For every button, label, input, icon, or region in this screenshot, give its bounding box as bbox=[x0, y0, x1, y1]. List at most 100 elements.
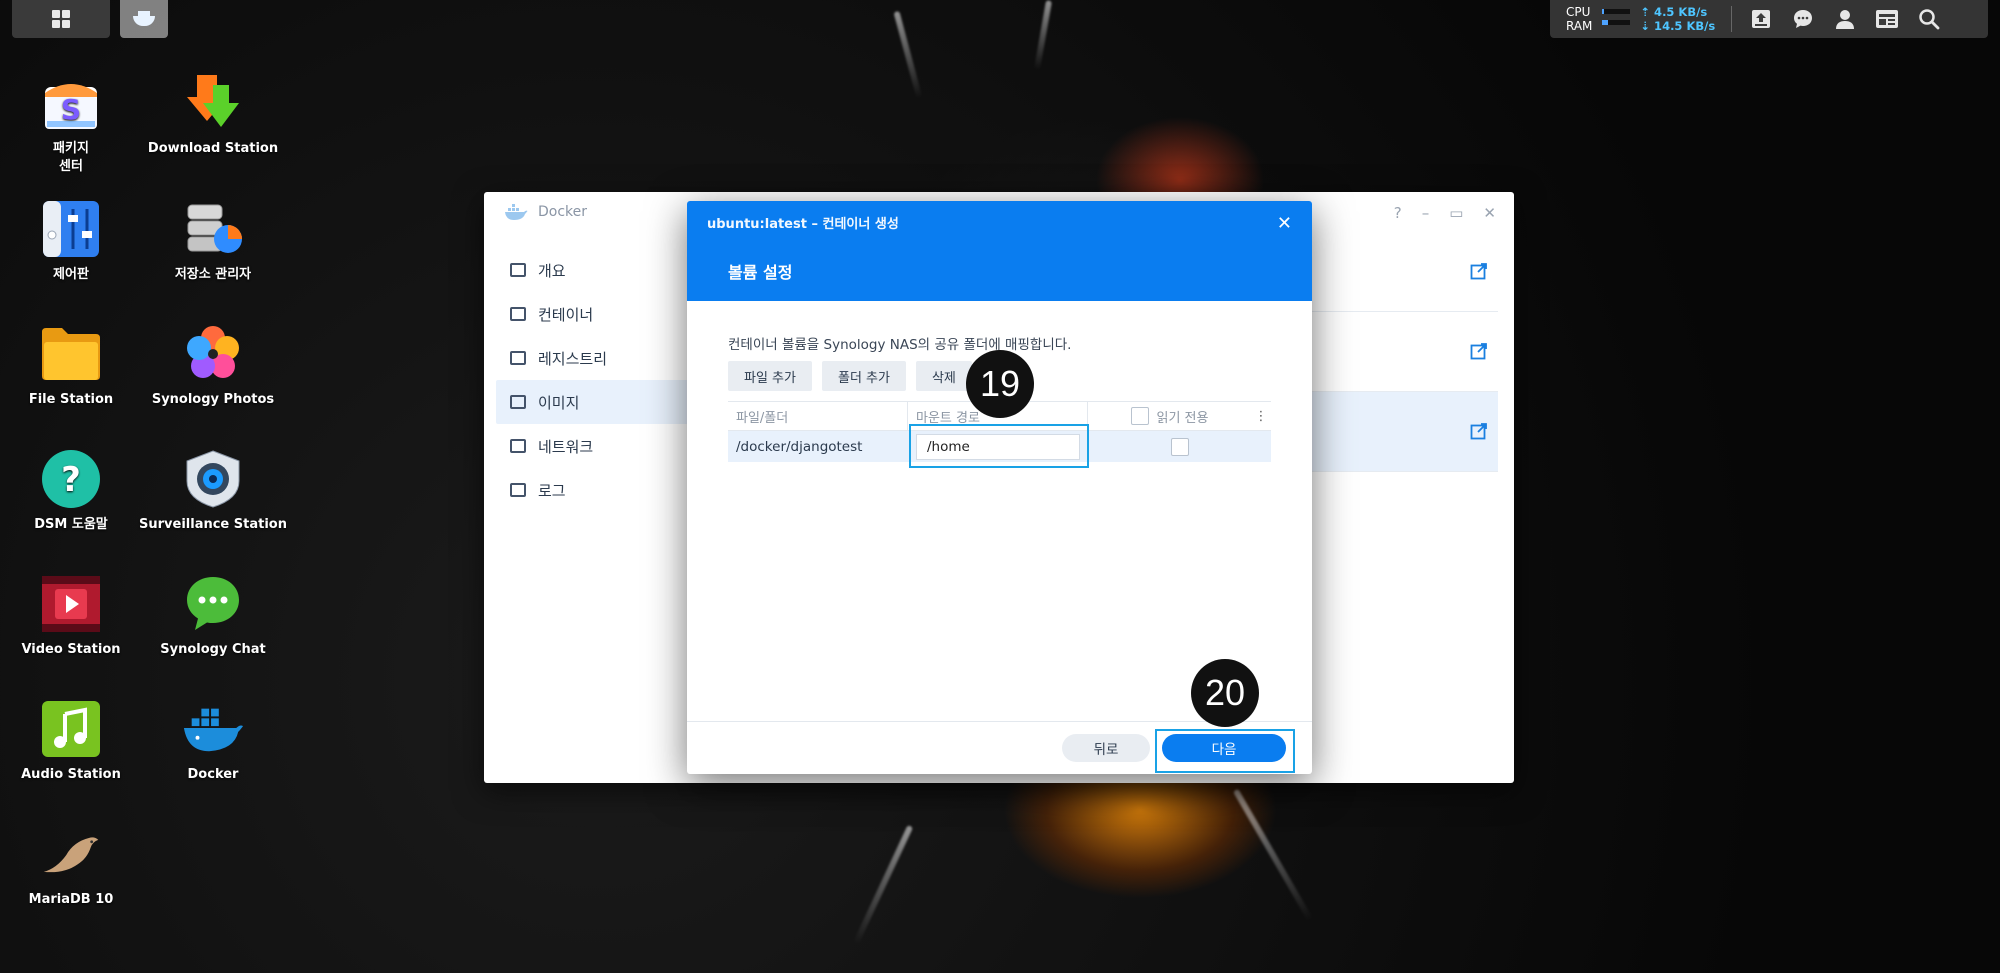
add-file-button[interactable]: 파일 추가 bbox=[728, 361, 812, 391]
grid-icon bbox=[52, 10, 70, 28]
desktop-icon-synology-chat[interactable]: Synology Chat bbox=[138, 573, 288, 659]
add-folder-button[interactable]: 폴더 추가 bbox=[821, 361, 906, 391]
window-controls: ? – ▭ ✕ bbox=[1394, 204, 1496, 222]
audio-station-icon bbox=[40, 698, 102, 760]
desktop-icon-label: Video Station bbox=[21, 642, 121, 657]
main-menu-button[interactable] bbox=[12, 0, 110, 38]
desktop-icon-label: 저장소 관리자 bbox=[174, 267, 252, 282]
step-badge-20: 20 bbox=[1191, 659, 1259, 727]
desktop-icon-label: Docker bbox=[187, 767, 239, 782]
notification-chat-icon[interactable] bbox=[1790, 6, 1816, 32]
desktop-icon-file-station[interactable]: File Station bbox=[0, 323, 146, 409]
user-icon[interactable] bbox=[1832, 6, 1858, 32]
volume-description: 컨테이너 볼륨을 Synology NAS의 공유 폴더에 매핑합니다. bbox=[728, 337, 1072, 353]
download-speed: ⇣ 14.5 KB/s bbox=[1640, 19, 1716, 33]
docker-whale-icon bbox=[505, 204, 528, 220]
external-link-icon[interactable] bbox=[1470, 422, 1488, 440]
column-menu-icon[interactable]: ⋮ bbox=[1251, 409, 1271, 424]
widgets-icon[interactable] bbox=[1874, 6, 1900, 32]
step-title: 볼륨 설정 bbox=[728, 263, 793, 282]
delete-button[interactable]: 삭제 bbox=[915, 361, 972, 391]
column-header-file-folder[interactable]: 파일/폴더 bbox=[728, 402, 908, 430]
container-list-icon bbox=[510, 307, 526, 321]
column-header-read-only[interactable]: 읽기 전용 bbox=[1088, 407, 1251, 426]
docker-whale-icon bbox=[131, 10, 157, 28]
desktop-icon-label: Synology Photos bbox=[151, 392, 275, 407]
search-icon[interactable] bbox=[1916, 6, 1942, 32]
cpu-label: CPU bbox=[1566, 5, 1591, 19]
synology-chat-icon bbox=[182, 573, 244, 635]
control-panel-icon bbox=[40, 198, 102, 260]
dialog-header[interactable]: ubuntu:latest – 컨테이너 생성 ✕ 볼륨 설정 bbox=[687, 201, 1312, 301]
desktop-icon-dsm-help[interactable]: ? DSM 도움말 bbox=[0, 448, 146, 534]
dialog-title: ubuntu:latest – 컨테이너 생성 bbox=[707, 217, 899, 232]
volume-toolbar: 파일 추가 폴더 추가 삭제 bbox=[728, 361, 972, 391]
cpu-usage-bar bbox=[1602, 9, 1631, 14]
desktop-icon-download-station[interactable]: Download Station bbox=[138, 72, 288, 158]
read-only-select-all-checkbox[interactable] bbox=[1130, 407, 1149, 425]
desktop-icon-label: MariaDB 10 bbox=[28, 892, 114, 907]
package-center-icon: S bbox=[40, 72, 102, 134]
desktop-icon-video-station[interactable]: Video Station bbox=[0, 573, 146, 659]
taskbar-right: CPU RAM ⇡ 4.5 KB/s ⇣ 14.5 KB/s bbox=[1550, 0, 1988, 38]
taskbar-docker-button[interactable] bbox=[120, 0, 168, 38]
close-window-button[interactable]: ✕ bbox=[1483, 204, 1496, 222]
desktop-icon-storage-manager[interactable]: 저장소 관리자 bbox=[138, 198, 288, 284]
surveillance-station-icon bbox=[182, 448, 244, 510]
desktop-icon-label: Synology Chat bbox=[160, 642, 266, 657]
resource-monitor-widget[interactable]: CPU RAM ⇡ 4.5 KB/s ⇣ 14.5 KB/s bbox=[1566, 5, 1715, 33]
desktop-icon-docker[interactable]: Docker bbox=[138, 698, 288, 784]
taskbar-left bbox=[12, 0, 168, 38]
desktop-icon-mariadb[interactable]: MariaDB 10 bbox=[0, 823, 146, 909]
docker-window-title: Docker bbox=[538, 204, 588, 220]
download-station-icon bbox=[182, 72, 244, 134]
external-link-icon[interactable] bbox=[1470, 342, 1488, 360]
docker-icon bbox=[182, 698, 244, 760]
sidebar-item-image[interactable]: 이미지 bbox=[496, 380, 718, 424]
file-folder-cell: /docker/djangotest bbox=[736, 438, 863, 455]
synology-photos-icon bbox=[182, 323, 244, 385]
help-button[interactable]: ? bbox=[1394, 204, 1402, 222]
docker-sidebar: 개요 컨테이너 레지스트리 이미지 네트워크 로그 bbox=[496, 248, 718, 512]
image-icon bbox=[510, 395, 526, 409]
desktop-icon-synology-photos[interactable]: Synology Photos bbox=[138, 323, 288, 409]
desktop-icon-surveillance-station[interactable]: Surveillance Station bbox=[138, 448, 288, 534]
upload-speed: ⇡ 4.5 KB/s bbox=[1640, 5, 1708, 19]
read-only-label: 읽기 전용 bbox=[1156, 410, 1209, 426]
sidebar-item-container[interactable]: 컨테이너 bbox=[496, 292, 718, 336]
sidebar-item-overview[interactable]: 개요 bbox=[496, 248, 718, 292]
desktop-icon-label: DSM 도움말 bbox=[34, 517, 108, 532]
desktop-icon-control-panel[interactable]: 제어판 bbox=[0, 198, 146, 284]
video-station-icon bbox=[40, 573, 102, 635]
ram-label: RAM bbox=[1566, 19, 1593, 33]
sidebar-item-network[interactable]: 네트워크 bbox=[496, 424, 718, 468]
external-link-icon[interactable] bbox=[1470, 262, 1488, 280]
network-icon bbox=[510, 439, 526, 453]
next-button-highlight bbox=[1155, 729, 1295, 773]
desktop-icon-label: Audio Station bbox=[21, 767, 121, 782]
desktop-icon-audio-station[interactable]: Audio Station bbox=[0, 698, 146, 784]
read-only-checkbox[interactable] bbox=[1170, 437, 1189, 456]
maximize-button[interactable]: ▭ bbox=[1449, 204, 1463, 222]
desktop-icon-package-center[interactable]: S 패키지 센터 bbox=[0, 72, 146, 176]
file-station-icon bbox=[40, 323, 102, 385]
minimize-button[interactable]: – bbox=[1422, 204, 1430, 222]
back-button[interactable]: 뒤로 bbox=[1062, 734, 1150, 762]
desktop-icon-label: File Station bbox=[28, 392, 114, 407]
desktop-icon-label: 패키지 센터 bbox=[53, 141, 89, 174]
mount-path-highlight bbox=[909, 424, 1089, 468]
sidebar-item-registry[interactable]: 레지스트리 bbox=[496, 336, 718, 380]
desktop-icon-label: Surveillance Station bbox=[139, 517, 287, 532]
dialog-close-button[interactable]: ✕ bbox=[1277, 213, 1292, 234]
dsm-help-icon: ? bbox=[40, 448, 102, 510]
registry-search-icon bbox=[510, 351, 526, 365]
log-list-icon bbox=[510, 483, 526, 497]
overview-icon bbox=[510, 263, 526, 277]
mariadb-icon bbox=[40, 823, 102, 885]
desktop-icon-label: Download Station bbox=[147, 141, 279, 156]
storage-manager-icon bbox=[182, 198, 244, 260]
upload-queue-icon[interactable] bbox=[1748, 6, 1774, 32]
desktop-icon-label: 제어판 bbox=[53, 267, 89, 282]
step-badge-19: 19 bbox=[966, 350, 1034, 418]
sidebar-item-log[interactable]: 로그 bbox=[496, 468, 718, 512]
